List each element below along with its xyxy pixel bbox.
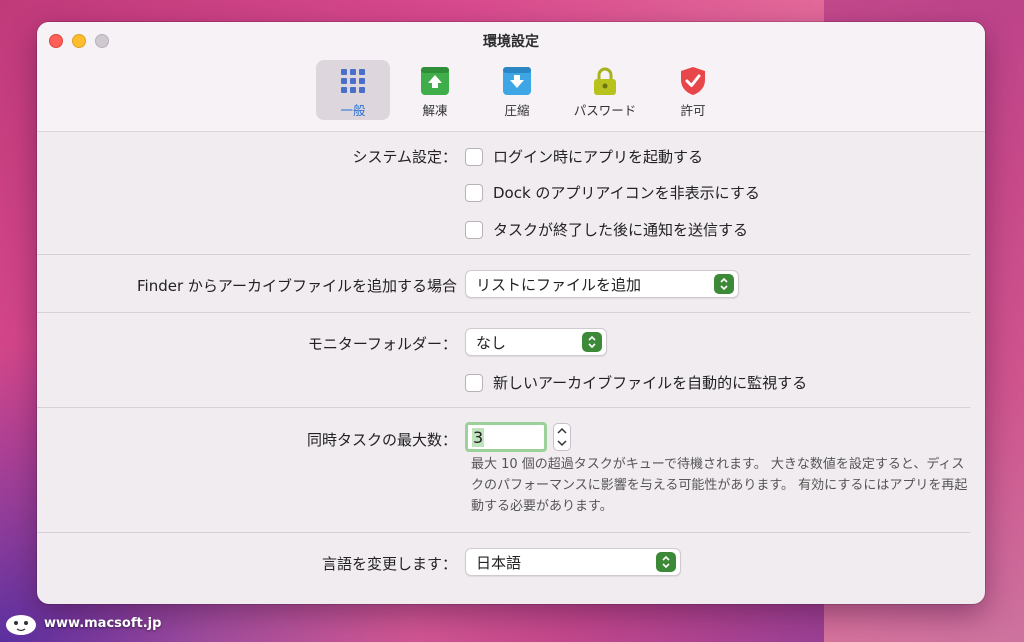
tab-permissions[interactable]: 許可 <box>656 60 730 120</box>
monitor-folder-popup[interactable]: なし <box>465 328 607 356</box>
language-label: 言語を変更します： <box>321 555 457 573</box>
preferences-toolbar: 一般 解凍 圧縮 パスワード 許可 <box>316 60 730 120</box>
tab-extract[interactable]: 解凍 <box>398 60 472 120</box>
lock-icon <box>590 66 620 96</box>
max-tasks-value: 3 <box>472 427 485 447</box>
finder-add-value: リストにファイルを追加 <box>476 275 642 294</box>
mascot-logo-icon <box>6 615 36 635</box>
tab-general-label: 一般 <box>340 103 366 118</box>
hide-dock-icon-option[interactable]: Dock のアプリアイコンを非表示にする <box>465 182 760 203</box>
general-pane: システム設定： ログイン時にアプリを起動する Dock のアプリアイコンを非表示… <box>37 132 985 604</box>
tab-general[interactable]: 一般 <box>316 60 390 120</box>
compress-icon <box>502 66 532 96</box>
launch-at-login-label: ログイン時にアプリを起動する <box>493 148 704 166</box>
max-tasks-help-text: 最大 10 個の超過タスクがキューで待機されます。 大きな数値を設定すると、ディ… <box>471 457 968 514</box>
hide-dock-icon-checkbox[interactable] <box>465 183 483 202</box>
extract-icon <box>420 66 450 96</box>
divider <box>37 532 970 533</box>
launch-at-login-option[interactable]: ログイン時にアプリを起動する <box>465 146 703 167</box>
language-popup[interactable]: 日本語 <box>465 548 681 576</box>
max-tasks-input[interactable]: 3 <box>465 422 547 452</box>
divider <box>37 407 970 408</box>
launch-at-login-checkbox[interactable] <box>465 147 483 166</box>
titlebar: 環境設定 一般 解凍 圧縮 パスワード 許可 <box>37 22 985 132</box>
monitor-folder-label: モニターフォルダー： <box>307 335 457 353</box>
shield-check-icon <box>678 66 708 96</box>
notify-on-finish-checkbox[interactable] <box>465 220 483 239</box>
finder-add-popup[interactable]: リストにファイルを追加 <box>465 270 739 298</box>
notify-on-finish-label: タスクが終了した後に通知を送信する <box>493 221 749 239</box>
popup-arrows-icon <box>714 274 734 294</box>
auto-monitor-label: 新しいアーカイブファイルを自動的に監視する <box>493 374 808 392</box>
finder-add-label: Finder からアーカイブファイルを追加する場合 <box>137 277 457 295</box>
watermark-text: www.macsoft.jp <box>44 615 162 631</box>
divider <box>37 312 970 313</box>
stepper-up-icon[interactable] <box>557 427 567 434</box>
tab-extract-label: 解凍 <box>422 103 448 118</box>
stepper-down-icon[interactable] <box>557 440 567 447</box>
tab-compress[interactable]: 圧縮 <box>480 60 554 120</box>
max-tasks-stepper[interactable] <box>553 423 571 451</box>
language-value: 日本語 <box>476 553 522 572</box>
system-settings-label: システム設定： <box>352 148 457 166</box>
auto-monitor-option[interactable]: 新しいアーカイブファイルを自動的に監視する <box>465 372 807 393</box>
divider <box>37 254 970 255</box>
tab-password[interactable]: パスワード <box>562 60 648 120</box>
site-watermark: www.macsoft.jp <box>4 610 161 636</box>
window-title: 環境設定 <box>483 34 539 50</box>
max-tasks-label: 同時タスクの最大数： <box>306 431 457 449</box>
tab-compress-label: 圧縮 <box>504 103 530 118</box>
popup-arrows-icon <box>656 552 676 572</box>
monitor-folder-value: なし <box>476 333 507 352</box>
popup-arrows-icon <box>582 332 602 352</box>
notify-on-finish-option[interactable]: タスクが終了した後に通知を送信する <box>465 219 748 240</box>
hide-dock-icon-label: Dock のアプリアイコンを非表示にする <box>493 184 760 202</box>
tab-password-label: パスワード <box>573 103 637 118</box>
auto-monitor-checkbox[interactable] <box>465 373 483 392</box>
tab-permissions-label: 許可 <box>680 103 706 118</box>
preferences-window: 環境設定 一般 解凍 圧縮 パスワード 許可 システム設定： ログイン時にアプリ… <box>37 22 985 604</box>
grid-icon <box>338 66 368 96</box>
